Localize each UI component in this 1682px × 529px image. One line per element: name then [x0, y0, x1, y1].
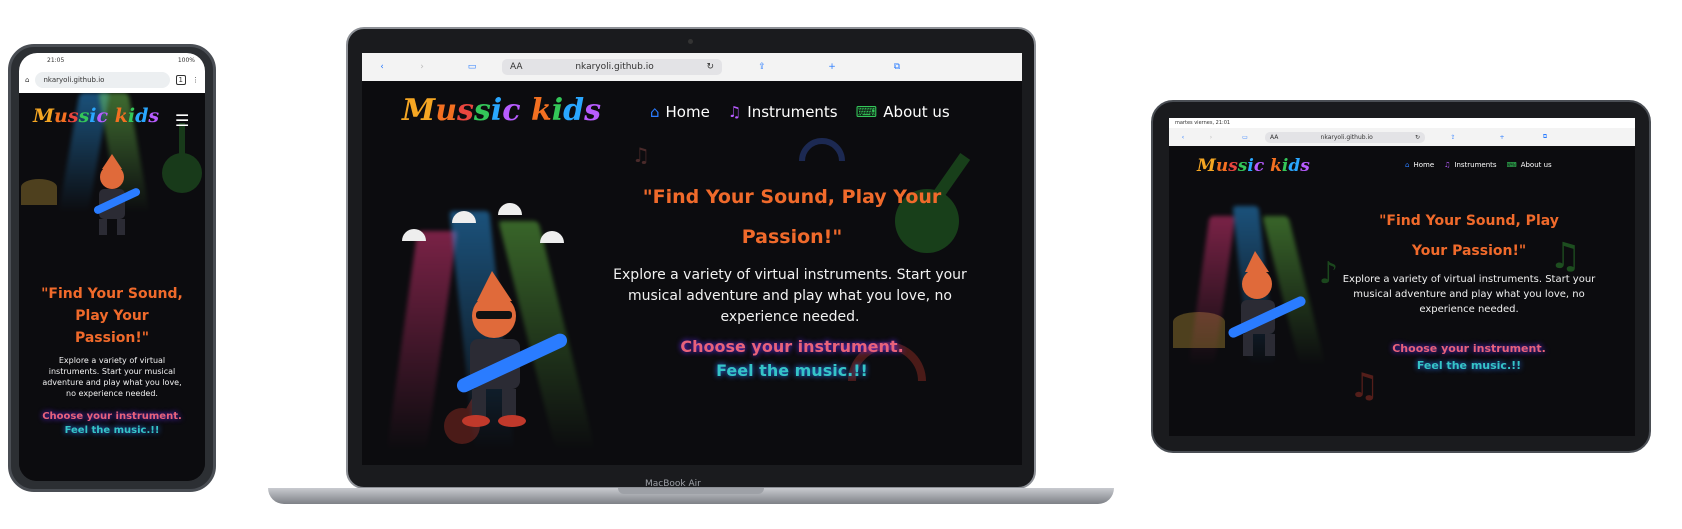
laptop-headline: "Find Your Sound, Play Your Passion!" [642, 186, 942, 248]
music-note-bg-icon: ♫ [1349, 366, 1380, 406]
forward-icon[interactable]: › [1197, 134, 1225, 141]
reload-icon[interactable]: ↻ [706, 62, 714, 72]
phone-time: 21:05 [47, 56, 65, 64]
phone-logo[interactable]: Mussic kids [33, 105, 159, 127]
laptop-url-field[interactable]: AA nkaryoli.github.io ↻ [502, 59, 722, 75]
bookmarks-icon[interactable]: ▭ [1225, 134, 1265, 141]
spotlight-lamp [498, 203, 522, 215]
tablet-device: martes viernes, 21:01 ‹ › ▭ AA nkaryoli.… [1151, 100, 1651, 453]
phone-cta-line1: Choose your instrument. [42, 411, 182, 422]
phone-status-bar: 21:05 100% [19, 53, 205, 67]
bookmarks-icon[interactable]: ▭ [442, 62, 502, 72]
hamburger-menu-icon[interactable]: ☰ [175, 111, 189, 130]
new-tab-icon[interactable]: + [802, 62, 862, 72]
rocker-fox-illustration [456, 271, 568, 427]
back-icon[interactable]: ‹ [362, 62, 402, 72]
tablet-description: Explore a variety of virtual instruments… [1342, 274, 1596, 315]
nav-instruments[interactable]: ♫ Instruments [1444, 161, 1496, 169]
back-icon[interactable]: ‹ [1169, 134, 1197, 141]
forward-icon[interactable]: › [402, 62, 442, 72]
tablet-screen: martes viernes, 21:01 ‹ › ▭ AA nkaryoli.… [1169, 118, 1635, 436]
tabs-overview-icon[interactable]: ⧉ [862, 62, 932, 72]
tabs-overview-icon[interactable]: ⧉ [1523, 133, 1567, 141]
tablet-logo[interactable]: Mussic kids [1197, 156, 1310, 176]
laptop-site: ♫ Mussic kids ⌂ Home ♫ Instruments ⌨ Abo… [362, 81, 1022, 465]
reload-icon[interactable]: ↻ [1415, 134, 1420, 141]
laptop-description: Explore a variety of virtual instruments… [613, 267, 967, 325]
share-icon[interactable]: ⇪ [1425, 134, 1481, 141]
tabs-icon[interactable]: 1 [175, 75, 186, 85]
more-menu-icon[interactable]: ⋮ [192, 76, 199, 84]
nav-about-us[interactable]: ⌨ About us [1507, 161, 1552, 169]
nav-home[interactable]: ⌂ Home [1405, 161, 1434, 169]
share-icon[interactable]: ⇪ [722, 62, 802, 72]
keyboard-icon: ⌨ [855, 103, 878, 121]
laptop-cta-line2: Feel the music.!! [716, 361, 868, 380]
reader-text-size[interactable]: AA [1270, 134, 1278, 141]
spotlight-lamp [540, 231, 564, 243]
phone-headline: "Find Your Sound, Play Your Passion!" [41, 286, 183, 346]
nav-about-us[interactable]: ⌨ About us [856, 103, 950, 121]
phone-screen: 21:05 100% ⌂ nkaryoli.github.io 1 ⋮ Muss… [19, 53, 205, 481]
tablet-url-text: nkaryoli.github.io [1320, 133, 1373, 141]
guitar-bg-icon [162, 123, 202, 193]
tablet-cta-line2: Feel the music.!! [1416, 359, 1522, 372]
laptop-logo[interactable]: Mussic kids [402, 93, 601, 128]
camera-icon [688, 39, 693, 44]
laptop-device: ‹ › ▭ AA nkaryoli.github.io ↻ ⇪ + ⧉ ♫ Mu… [346, 27, 1036, 489]
drum-bg-icon [21, 179, 57, 205]
phone-cta-line2: Feel the music.!! [64, 425, 160, 436]
laptop-model-label: MacBook Air [645, 479, 701, 489]
keyboard-icon: ⌨ [1506, 161, 1517, 169]
tablet-site: ♫ ♪ ♫ Mussic kids ⌂ Home ♫ Instruments ⌨… [1169, 146, 1635, 436]
phone-device: 21:05 100% ⌂ nkaryoli.github.io 1 ⋮ Muss… [8, 44, 216, 492]
reader-text-size[interactable]: AA [510, 62, 523, 72]
tablet-nav: ⌂ Home ♫ Instruments ⌨ About us [1405, 161, 1552, 169]
rocker-fox-illustration [1228, 251, 1306, 356]
home-icon[interactable]: ⌂ [25, 76, 29, 84]
laptop-screen: ‹ › ▭ AA nkaryoli.github.io ↻ ⇪ + ⧉ ♫ Mu… [362, 53, 1022, 465]
tablet-browser-toolbar: ‹ › ▭ AA nkaryoli.github.io ↻ ⇪ + ⧉ [1169, 128, 1635, 146]
tablet-url-field[interactable]: AA nkaryoli.github.io ↻ [1265, 131, 1425, 143]
headphones-bg-icon [799, 138, 845, 162]
laptop-cta-line1: Choose your instrument. [680, 337, 904, 356]
tablet-cta-line1: Choose your instrument. [1392, 342, 1546, 355]
tablet-status-bar: martes viernes, 21:01 [1169, 118, 1635, 128]
music-note-icon: ♫ [727, 103, 742, 121]
nav-home[interactable]: ⌂ Home [650, 103, 710, 121]
laptop-url-text: nkaryoli.github.io [575, 62, 654, 72]
phone-browser-bar: ⌂ nkaryoli.github.io 1 ⋮ [19, 67, 205, 93]
laptop-browser-toolbar: ‹ › ▭ AA nkaryoli.github.io ↻ ⇪ + ⧉ [362, 53, 1022, 81]
home-icon: ⌂ [650, 103, 660, 121]
music-note-icon: ♫ [1444, 161, 1451, 169]
phone-site: Mussic kids ☰ "Find Your Sound, Play You… [19, 93, 205, 481]
rocker-fox-illustration [93, 154, 141, 235]
music-note-bg-icon: ♫ [632, 143, 650, 167]
tablet-headline: "Find Your Sound, Play Your Passion!" [1379, 213, 1559, 259]
phone-description: Explore a variety of virtual instruments… [42, 356, 182, 398]
phone-battery: 100% [177, 56, 195, 64]
new-tab-icon[interactable]: + [1481, 134, 1523, 141]
phone-url-field[interactable]: nkaryoli.github.io [35, 72, 170, 88]
laptop-nav: ⌂ Home ♫ Instruments ⌨ About us [650, 103, 950, 121]
nav-instruments[interactable]: ♫ Instruments [728, 103, 838, 121]
home-icon: ⌂ [1405, 161, 1410, 169]
phone-url-text: nkaryoli.github.io [43, 76, 105, 84]
